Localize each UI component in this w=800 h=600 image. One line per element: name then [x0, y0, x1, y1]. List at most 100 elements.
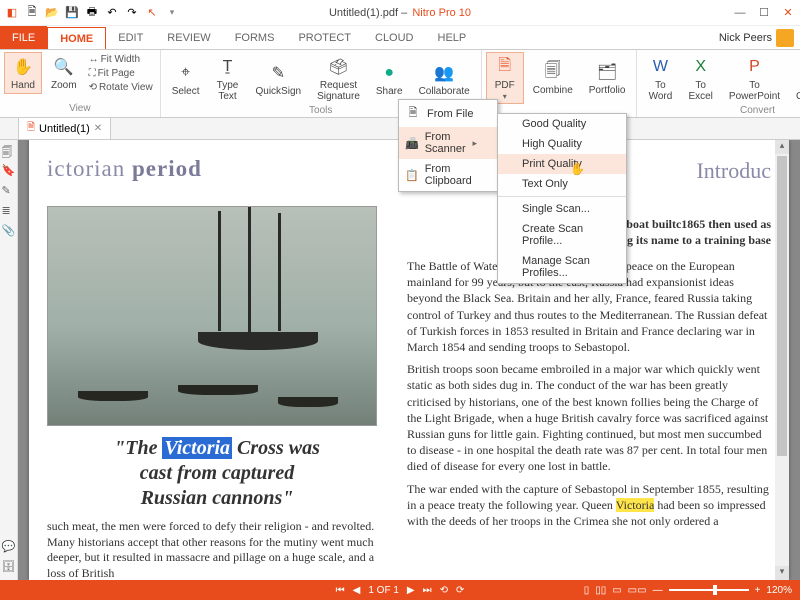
- tab-review[interactable]: REVIEW: [155, 26, 222, 49]
- document-tab[interactable]: 🗎 Untitled(1) ✕: [18, 117, 111, 139]
- hand-tool-button[interactable]: ✋ Hand: [4, 52, 42, 94]
- from-scanner-item[interactable]: 📠From Scanner▸: [399, 127, 497, 159]
- back-nav-icon[interactable]: ⟲: [440, 585, 448, 596]
- pdf-icon: 🗎: [493, 55, 517, 79]
- open-file-icon[interactable]: 📂: [44, 5, 60, 21]
- from-file-item[interactable]: 🗎From File: [399, 100, 497, 127]
- last-page-icon[interactable]: ⏭: [423, 585, 432, 596]
- redo-icon[interactable]: ↷: [124, 5, 140, 21]
- user-area[interactable]: Nick Peers: [713, 26, 800, 49]
- good-quality-item[interactable]: Good Quality: [498, 114, 626, 134]
- text-only-item[interactable]: Text Only: [498, 174, 626, 194]
- prev-page-icon[interactable]: ◀: [353, 585, 361, 596]
- tab-protect[interactable]: PROTECT: [286, 26, 363, 49]
- page-navigator: ⏮ ◀ 1 OF 1 ▶ ⏭ ⟲ ⟳: [336, 585, 465, 596]
- save-icon[interactable]: 💾: [64, 5, 80, 21]
- war-end-paragraph: The war ended with the capture of Sebast…: [407, 481, 771, 530]
- facing-continuous-view-icon[interactable]: ▭▭: [628, 585, 647, 596]
- portfolio-button[interactable]: 🗂Portfolio: [582, 57, 633, 99]
- zoom-slider-thumb[interactable]: [713, 585, 717, 595]
- pages-panel-icon[interactable]: 🗐: [2, 144, 16, 158]
- to-other-button[interactable]: ⇢To Other: [789, 52, 800, 105]
- zoom-button[interactable]: 🔍 Zoom: [44, 52, 84, 94]
- document-area[interactable]: ictorian period "The Victoria Cross was …: [18, 140, 800, 580]
- scroll-thumb[interactable]: [777, 156, 787, 456]
- tab-help[interactable]: HELP: [426, 26, 479, 49]
- to-powerpoint-button[interactable]: PTo PowerPoint: [722, 52, 787, 105]
- convert-group-label: Convert: [641, 105, 800, 117]
- scanner-icon: 📠: [405, 137, 419, 150]
- single-page-view-icon[interactable]: ▯: [584, 585, 590, 596]
- status-bar: ⏮ ◀ 1 OF 1 ▶ ⏭ ⟲ ⟳ ▯ ▯▯ ▭ ▭▭ — + 120%: [0, 580, 800, 600]
- fit-page-button[interactable]: ⛶Fit Page: [86, 67, 156, 80]
- zoom-out-icon[interactable]: —: [653, 585, 663, 596]
- bookmarks-panel-icon[interactable]: 🔖: [2, 164, 16, 178]
- menu-separator: [498, 196, 626, 197]
- select-button[interactable]: ⌖Select: [165, 58, 207, 100]
- powerpoint-icon: P: [742, 55, 766, 79]
- single-scan-item[interactable]: Single Scan...: [498, 199, 626, 219]
- scroll-up-icon[interactable]: ▴: [775, 140, 789, 154]
- print-quality-item[interactable]: Print Quality: [498, 154, 626, 174]
- app-logo-icon: ◧: [4, 5, 20, 21]
- combine-button[interactable]: 🗐Combine: [526, 57, 580, 99]
- close-tab-icon[interactable]: ✕: [94, 123, 102, 134]
- to-excel-button[interactable]: XTo Excel: [681, 52, 719, 105]
- facing-view-icon[interactable]: ▭: [612, 585, 621, 596]
- maximize-button[interactable]: ☐: [752, 3, 776, 23]
- menu-bar: FILE HOME EDIT REVIEW FORMS PROTECT CLOU…: [0, 26, 800, 50]
- to-word-button[interactable]: WTo Word: [641, 52, 679, 105]
- zoom-icon: 🔍: [52, 55, 76, 79]
- hand-label: Hand: [11, 80, 35, 91]
- manage-scan-profiles-item[interactable]: Manage Scan Profiles...: [498, 251, 626, 283]
- type-text-button[interactable]: ṮType Text: [209, 52, 247, 105]
- zoom-slider[interactable]: [669, 589, 749, 591]
- page-count-label: 1 OF 1: [368, 585, 399, 596]
- comments-panel-icon[interactable]: 💬: [2, 540, 16, 554]
- tab-cloud[interactable]: CLOUD: [363, 26, 426, 49]
- next-page-icon[interactable]: ▶: [407, 585, 415, 596]
- qat-customize-icon[interactable]: ▾: [164, 5, 180, 21]
- quicksign-button[interactable]: ✎QuickSign: [249, 58, 309, 100]
- collaborate-button[interactable]: 👥Collaborate: [412, 58, 477, 100]
- file-menu-tab[interactable]: FILE: [0, 26, 47, 49]
- fit-width-button[interactable]: ↔Fit Width: [86, 53, 156, 66]
- select-icon: ⌖: [174, 61, 198, 85]
- from-clipboard-item[interactable]: 📋From Clipboard: [399, 159, 497, 191]
- print-icon[interactable]: 🖶: [84, 5, 100, 21]
- fit-page-icon: ⛶: [89, 68, 96, 79]
- tab-home[interactable]: HOME: [47, 27, 106, 49]
- undo-icon[interactable]: ↶: [104, 5, 120, 21]
- zoom-in-icon[interactable]: +: [755, 585, 761, 596]
- cursor-mode-icon[interactable]: ↖: [144, 5, 160, 21]
- collaborate-icon: 👥: [432, 61, 456, 85]
- close-button[interactable]: ✕: [776, 3, 800, 23]
- create-scan-profile-item[interactable]: Create Scan Profile...: [498, 219, 626, 251]
- share-button[interactable]: ●Share: [369, 58, 410, 100]
- from-scanner-submenu: Good Quality High Quality Print Quality …: [497, 113, 627, 284]
- pull-quote: "The Victoria Cross was cast from captur…: [47, 436, 387, 511]
- rotate-view-button[interactable]: ⟲Rotate View: [86, 81, 156, 94]
- signatures-panel-icon[interactable]: ✎: [2, 184, 16, 198]
- minimize-button[interactable]: —: [728, 3, 752, 23]
- zoom-label: Zoom: [51, 80, 77, 91]
- rotate-icon: ⟲: [89, 82, 97, 93]
- attachments-panel-icon[interactable]: 📎: [2, 224, 16, 238]
- create-pdf-button[interactable]: 🗎PDF▾: [486, 52, 524, 104]
- tab-forms[interactable]: FORMS: [223, 26, 287, 49]
- new-file-icon[interactable]: 🗎: [24, 5, 40, 21]
- first-page-icon[interactable]: ⏮: [336, 585, 345, 596]
- window-title: Untitled(1).pdf – Nitro Pro 10: [329, 7, 471, 19]
- layers-panel-icon[interactable]: ≣: [2, 204, 16, 218]
- request-signature-button[interactable]: 🗳Request Signature: [310, 52, 367, 105]
- output-panel-icon[interactable]: 🗄: [2, 560, 16, 574]
- scroll-down-icon[interactable]: ▾: [775, 566, 789, 580]
- pdf-create-menu: 🗎From File 📠From Scanner▸ 📋From Clipboar…: [398, 99, 498, 192]
- high-quality-item[interactable]: High Quality: [498, 134, 626, 154]
- continuous-view-icon[interactable]: ▯▯: [595, 585, 606, 596]
- highlighted-term-victoria-yellow: Victoria: [616, 498, 655, 512]
- tab-edit[interactable]: EDIT: [106, 26, 155, 49]
- user-name-label: Nick Peers: [719, 32, 772, 44]
- forward-nav-icon[interactable]: ⟳: [456, 585, 464, 596]
- vertical-scrollbar[interactable]: ▴ ▾: [775, 140, 789, 580]
